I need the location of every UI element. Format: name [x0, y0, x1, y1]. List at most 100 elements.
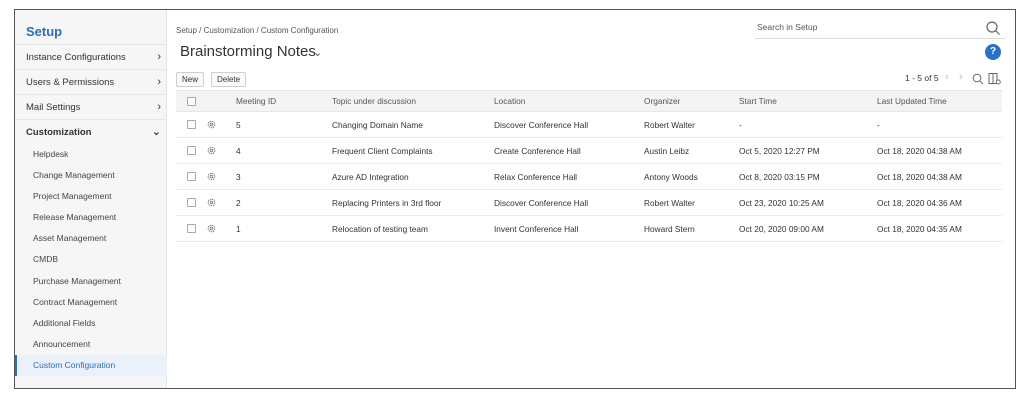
- cell-meeting-id: 2: [236, 197, 241, 208]
- column-header-topic[interactable]: Topic under discussion: [332, 91, 416, 111]
- cell-last-updated: Oct 18, 2020 04:38 AM: [877, 145, 962, 156]
- cell-topic[interactable]: Changing Domain Name: [332, 112, 423, 137]
- row-checkbox[interactable]: [187, 120, 196, 129]
- cell-start-time: Oct 20, 2020 09:00 AM: [739, 223, 824, 234]
- cell-organizer: Austin Leibz: [644, 145, 690, 156]
- row-select-cell: [187, 138, 196, 163]
- gear-icon[interactable]: [206, 145, 217, 156]
- sidebar-item-label: Instance Configurations: [26, 52, 126, 63]
- table-row[interactable]: 2 Replacing Printers in 3rd floor Discov…: [176, 190, 1002, 216]
- search-box: [755, 17, 1005, 39]
- cell-location: Discover Conference Hall: [494, 197, 589, 208]
- cell-topic[interactable]: Replacing Printers in 3rd floor: [332, 190, 441, 215]
- gear-icon[interactable]: [206, 197, 217, 208]
- row-checkbox[interactable]: [187, 172, 196, 181]
- chevron-right-icon: ›: [157, 76, 161, 88]
- sidebar-subitem-additional-fields[interactable]: Additional Fields: [15, 313, 167, 334]
- cell-meeting-id: 5: [236, 119, 241, 130]
- cell-location: Relax Conference Hall: [494, 171, 578, 182]
- main-content: Setup / Customization / Custom Configura…: [167, 10, 1015, 388]
- row-actions-cell: [206, 190, 217, 215]
- cell-topic[interactable]: Relocation of testing team: [332, 216, 428, 241]
- cell-last-updated: Oct 18, 2020 04:35 AM: [877, 223, 962, 234]
- sidebar-title: Setup: [26, 24, 63, 39]
- cell-topic[interactable]: Azure AD Integration: [332, 164, 409, 189]
- table-row[interactable]: 1 Relocation of testing team Invent Conf…: [176, 216, 1002, 242]
- sidebar-item-label: Mail Settings: [26, 102, 81, 113]
- chevron-right-icon: ›: [157, 101, 161, 113]
- search-input[interactable]: [755, 17, 955, 37]
- sidebar-item-customization[interactable]: Customization ⌄: [15, 119, 167, 144]
- new-button[interactable]: New: [176, 72, 205, 87]
- column-header-meeting-id[interactable]: Meeting ID: [236, 91, 276, 111]
- page-title[interactable]: Brainstorming Notes: [180, 43, 316, 60]
- cell-location: Create Conference Hall: [494, 145, 581, 156]
- cell-start-time: Oct 23, 2020 10:25 AM: [739, 197, 824, 208]
- breadcrumb: Setup / Customization / Custom Configura…: [176, 26, 339, 35]
- cell-last-updated: Oct 18, 2020 04:38 AM: [877, 171, 962, 182]
- cell-organizer: Antony Woods: [644, 171, 698, 182]
- sidebar-subitem-asset-management[interactable]: Asset Management: [15, 228, 167, 249]
- delete-button[interactable]: Delete: [211, 72, 247, 87]
- cell-start-time: -: [739, 119, 742, 130]
- sidebar-subitem-custom-configuration[interactable]: Custom Configuration: [15, 354, 167, 377]
- row-checkbox[interactable]: [187, 146, 196, 155]
- sidebar-item-instance-configurations[interactable]: Instance Configurations ›: [15, 44, 167, 69]
- cell-topic[interactable]: Frequent Client Complaints: [332, 138, 433, 163]
- cell-organizer: Robert Walter: [644, 119, 695, 130]
- sidebar-item-mail-settings[interactable]: Mail Settings ›: [15, 94, 167, 119]
- sidebar-subitem-project-management[interactable]: Project Management: [15, 186, 167, 207]
- cell-location: Invent Conference Hall: [494, 223, 579, 234]
- select-all-checkbox[interactable]: [187, 96, 196, 106]
- cell-last-updated: Oct 18, 2020 04:36 AM: [877, 197, 962, 208]
- search-icon[interactable]: [985, 20, 1001, 36]
- cell-start-time: Oct 5, 2020 12:27 PM: [739, 145, 820, 156]
- sidebar-subitem-cmdb[interactable]: CMDB: [15, 249, 167, 270]
- sidebar-subitem-helpdesk[interactable]: Helpdesk: [15, 144, 167, 165]
- column-header-organizer[interactable]: Organizer: [644, 91, 680, 111]
- row-select-cell: [187, 164, 196, 189]
- row-select-cell: [187, 190, 196, 215]
- sidebar-subitem-contract-management[interactable]: Contract Management: [15, 292, 167, 313]
- sidebar-menu: Instance Configurations › Users & Permis…: [15, 44, 167, 377]
- help-icon[interactable]: ?: [985, 44, 1001, 60]
- chevron-down-icon[interactable]: ⌄: [313, 46, 322, 59]
- table-row[interactable]: 4 Frequent Client Complaints Create Conf…: [176, 138, 1002, 164]
- row-actions-cell: [206, 216, 217, 241]
- row-select-cell: [187, 112, 196, 137]
- cell-start-time: Oct 8, 2020 03:15 PM: [739, 171, 820, 182]
- chevron-down-icon: ⌄: [151, 126, 161, 138]
- cell-meeting-id: 1: [236, 223, 241, 234]
- gear-icon[interactable]: [206, 119, 217, 130]
- row-select-cell: [187, 216, 196, 241]
- sidebar-subitem-announcement[interactable]: Announcement: [15, 334, 167, 355]
- sidebar-subitem-release-management[interactable]: Release Management: [15, 207, 167, 228]
- sidebar-subitem-purchase-management[interactable]: Purchase Management: [15, 271, 167, 292]
- table-search-icon[interactable]: [972, 73, 984, 85]
- gear-icon[interactable]: [206, 223, 217, 234]
- sidebar-item-label: Customization: [26, 127, 92, 138]
- row-actions-cell: [206, 138, 217, 163]
- chevron-right-icon[interactable]: ›: [959, 71, 963, 83]
- sidebar-subitem-change-management[interactable]: Change Management: [15, 165, 167, 186]
- row-checkbox[interactable]: [187, 224, 196, 233]
- sidebar-item-users-permissions[interactable]: Users & Permissions ›: [15, 69, 167, 94]
- cell-organizer: Howard Stern: [644, 223, 695, 234]
- app-window: Setup Instance Configurations › Users & …: [14, 9, 1016, 389]
- cell-location: Discover Conference Hall: [494, 119, 589, 130]
- chevron-left-icon[interactable]: ‹: [945, 71, 949, 83]
- table-row[interactable]: 5 Changing Domain Name Discover Conferen…: [176, 112, 1002, 138]
- row-actions-cell: [206, 164, 217, 189]
- row-checkbox[interactable]: [187, 198, 196, 207]
- column-header-last-updated[interactable]: Last Updated Time: [877, 91, 947, 111]
- table-row[interactable]: 3 Azure AD Integration Relax Conference …: [176, 164, 1002, 190]
- column-header-start-time[interactable]: Start Time: [739, 91, 777, 111]
- table-header: Meeting ID Topic under discussion Locati…: [176, 90, 1002, 112]
- cell-meeting-id: 3: [236, 171, 241, 182]
- column-header-location[interactable]: Location: [494, 91, 525, 111]
- cell-meeting-id: 4: [236, 145, 241, 156]
- gear-icon[interactable]: [206, 171, 217, 182]
- sidebar: Setup Instance Configurations › Users & …: [15, 10, 167, 388]
- cell-organizer: Robert Walter: [644, 197, 695, 208]
- column-settings-icon[interactable]: [988, 72, 1001, 85]
